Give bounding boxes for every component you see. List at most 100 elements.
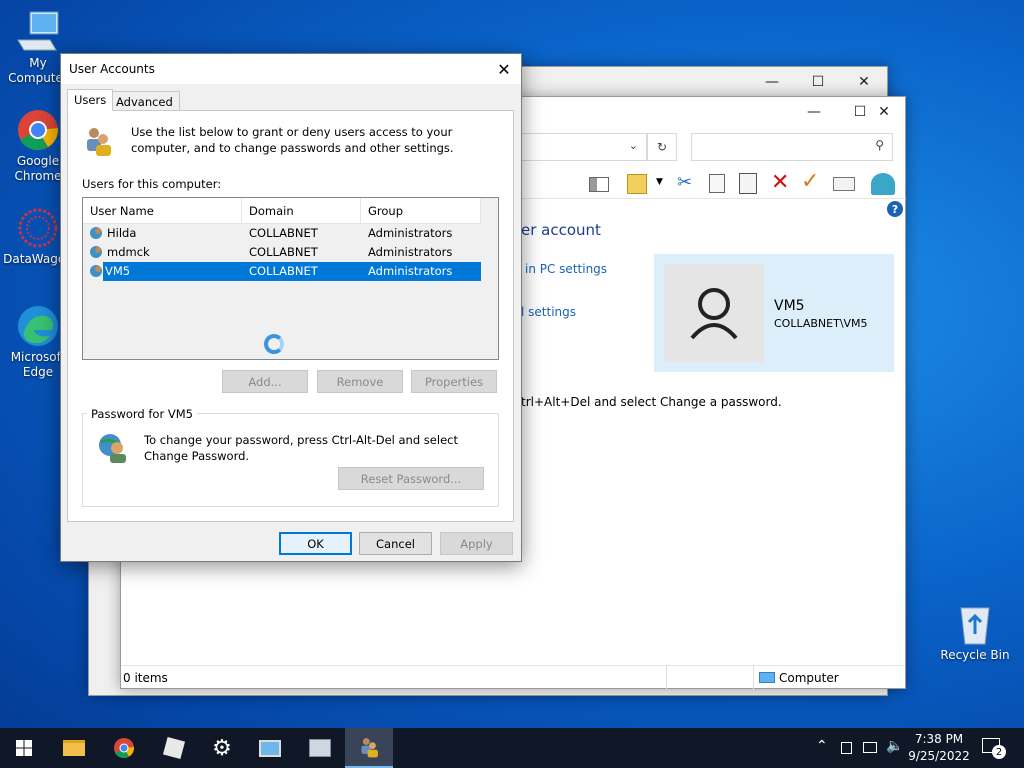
cell-domain: COLLABNET [249, 245, 318, 259]
user-globe-icon [90, 246, 102, 258]
dialog-title: User Accounts [69, 62, 155, 76]
cell-domain: COLLABNET [249, 226, 318, 240]
user-card-account: COLLABNET\VM5 [774, 317, 868, 330]
windows-logo-icon [16, 740, 32, 756]
column-header-domain[interactable]: Domain [242, 198, 361, 224]
table-row-selected[interactable]: VM5 COLLABNET Administrators [103, 262, 481, 281]
table-row[interactable]: mdmck COLLABNET Administrators [85, 243, 481, 262]
dropdown-arrow-icon[interactable]: ▼ [656, 177, 663, 187]
user-key-icon [99, 434, 126, 463]
page-heading: er account [521, 221, 601, 239]
users-label: Users for this computer: [82, 177, 222, 191]
close-icon[interactable]: ✕ [861, 97, 907, 127]
taskbar-control-panel[interactable] [246, 728, 294, 768]
datawagon-icon [18, 208, 58, 248]
remove-user-button[interactable]: Remove [317, 370, 403, 393]
taskbar-roblox[interactable] [150, 728, 198, 768]
password-text: To change your password, press Ctrl-Alt-… [144, 433, 458, 463]
address-bar[interactable]: ⌄ [521, 133, 647, 161]
user-avatar-icon [690, 288, 738, 340]
users-list[interactable]: User Name Domain Group Hilda COLLABNET A… [82, 197, 499, 360]
link-pc-settings[interactable]: in PC settings [525, 262, 607, 276]
roblox-icon [162, 736, 186, 760]
apply-button[interactable]: Apply [440, 532, 513, 555]
volume-muted-icon[interactable]: 🔈 [886, 738, 903, 754]
status-bar: 0 items Computer [121, 665, 905, 690]
search-input[interactable]: ⚲ [691, 133, 893, 161]
dialog-title-bar[interactable]: User Accounts [61, 54, 521, 84]
column-header-group[interactable]: Group [361, 198, 481, 224]
add-user-button[interactable]: Add... [222, 370, 308, 393]
user-card: VM5 COLLABNET\VM5 [654, 254, 894, 372]
ok-button[interactable]: OK [279, 532, 352, 555]
status-divider [753, 666, 754, 690]
network-icon[interactable] [863, 742, 877, 753]
taskbar-chrome[interactable] [100, 728, 148, 768]
folder-note-icon[interactable] [627, 174, 647, 194]
clock-date[interactable]: 9/25/2022 [906, 749, 972, 763]
close-icon[interactable]: ✕ [487, 54, 521, 84]
checkmark-icon[interactable]: ✓ [801, 169, 819, 194]
cell-user-name: Hilda [107, 226, 137, 240]
password-group-title: Password for VM5 [87, 407, 197, 421]
start-button[interactable] [0, 728, 48, 768]
delete-icon[interactable]: ✕ [771, 170, 789, 195]
notes-icon[interactable] [841, 742, 852, 754]
taskbar: ⚙ ⌃ 🔈 7:38 PM 9/25/2022 2 [0, 728, 1024, 768]
view-icon[interactable] [589, 177, 609, 192]
password-hint: trl+Alt+Del and select Change a password… [521, 395, 782, 409]
intro-text: Use the list below to grant or deny user… [131, 125, 454, 155]
desktop-icon-label: Recycle Bin [940, 648, 1010, 662]
desktop-icon-label: Microsoft Edge [10, 350, 66, 379]
cell-group: Administrators [368, 245, 453, 259]
status-item-count: 0 items [123, 671, 168, 685]
minimize-icon[interactable]: — [749, 67, 795, 97]
notification-count-badge: 2 [992, 745, 1006, 759]
tab-advanced[interactable]: Advanced [109, 91, 180, 111]
maximize-icon[interactable]: ☐ [795, 67, 841, 97]
users-group-icon [361, 738, 378, 758]
desktop-icon-recycle-bin[interactable]: Recycle Bin [937, 602, 1013, 663]
copy-icon[interactable] [709, 174, 725, 193]
computer-icon [17, 11, 59, 51]
reset-password-button[interactable]: Reset Password... [338, 467, 484, 490]
taskbar-file-explorer[interactable] [50, 728, 98, 768]
chevron-down-icon[interactable]: ⌄ [629, 139, 638, 152]
user-globe-icon [90, 265, 102, 277]
properties-icon[interactable] [833, 177, 855, 191]
tab-users[interactable]: Users [67, 89, 114, 111]
user-globe-icon [90, 227, 102, 239]
toolbar: ▼ ✂ ✕ ✓ [521, 169, 906, 199]
chevron-up-icon[interactable]: ⌃ [816, 738, 828, 754]
taskbar-presentation[interactable] [296, 728, 344, 768]
desktop-icon-label: My Computer [8, 56, 68, 85]
shell-icon[interactable] [871, 173, 895, 195]
recycle-bin-icon [960, 607, 990, 645]
computer-icon [759, 672, 775, 683]
control-panel-icon [259, 739, 281, 757]
table-row[interactable]: Hilda COLLABNET Administrators [85, 224, 481, 243]
notification-center-button[interactable]: 2 [982, 738, 1006, 759]
column-header-user-name[interactable]: User Name [83, 198, 242, 224]
refresh-button[interactable]: ↻ [647, 133, 677, 161]
status-divider [666, 666, 667, 690]
clock-time[interactable]: 7:38 PM [906, 732, 972, 746]
close-icon[interactable]: ✕ [841, 67, 887, 97]
cell-user-name: mdmck [107, 245, 150, 259]
refresh-icon: ↻ [656, 140, 668, 154]
edge-icon [18, 306, 58, 346]
help-icon[interactable]: ? [887, 201, 903, 217]
users-group-icon [87, 128, 111, 156]
taskbar-settings[interactable]: ⚙ [198, 728, 246, 768]
cell-domain: COLLABNET [249, 264, 318, 278]
link-settings[interactable]: l settings [521, 305, 576, 319]
minimize-icon[interactable]: — [791, 97, 837, 127]
cut-icon[interactable]: ✂ [677, 172, 692, 193]
cancel-button[interactable]: Cancel [359, 532, 432, 555]
status-computer: Computer [779, 671, 839, 685]
chrome-icon [114, 738, 135, 759]
taskbar-user-accounts[interactable] [345, 728, 393, 768]
properties-button[interactable]: Properties [411, 370, 497, 393]
paste-icon[interactable] [739, 173, 757, 194]
loading-spinner-icon [264, 334, 284, 354]
